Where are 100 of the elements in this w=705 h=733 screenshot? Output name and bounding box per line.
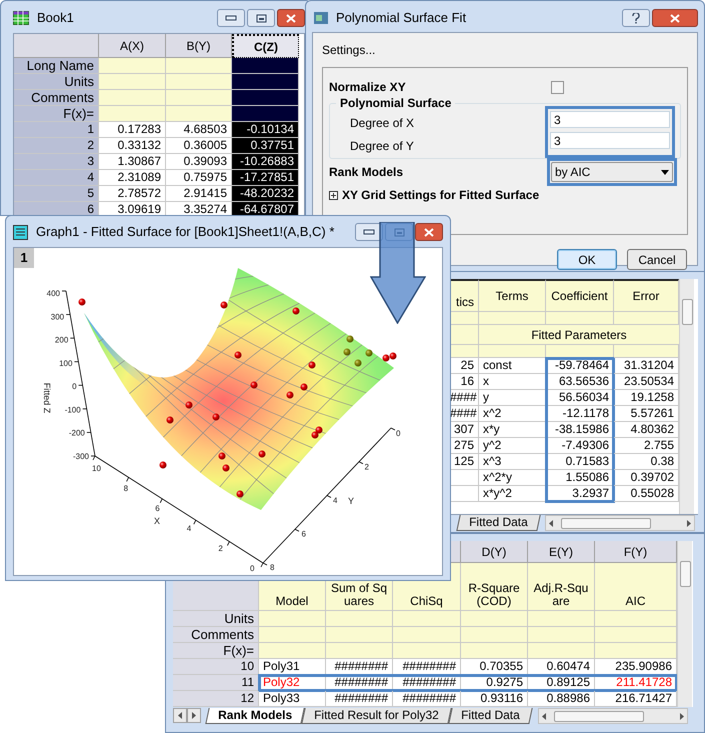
left-arrow-icon — [178, 712, 182, 719]
expand-icon[interactable] — [329, 190, 338, 200]
sheet-tab[interactable]: Fitted Result for Poly32 — [301, 708, 452, 724]
input-field[interactable]: 3 — [550, 111, 670, 128]
label-cell — [232, 58, 299, 74]
label-cell — [99, 90, 166, 106]
table-cell: -0.10134 — [232, 122, 299, 138]
label-cell — [99, 74, 166, 90]
scroll-left-button[interactable] — [173, 708, 187, 723]
table-cell: -64.67807 — [232, 202, 299, 215]
table-cell: 0.70355 — [461, 659, 528, 675]
table-cell: Poly32 — [259, 675, 326, 691]
data-point — [250, 382, 258, 388]
section-title: Fitted Parameters — [479, 325, 679, 345]
column-header[interactable]: C(Z) — [232, 34, 299, 58]
close-button[interactable] — [652, 9, 698, 27]
right-arrow-icon — [686, 520, 691, 526]
data-point — [292, 308, 300, 314]
vertical-scrollbar[interactable] — [679, 279, 694, 514]
column-label: AIC — [595, 563, 677, 611]
axis-tick-label: 0 — [396, 429, 400, 438]
row-header: 3 — [14, 154, 99, 170]
table-cell: 0.89125 — [528, 675, 595, 691]
row-header: F(x)= — [14, 106, 99, 122]
data-point — [236, 490, 244, 498]
table-cell: -10.26883 — [232, 154, 299, 170]
table-cell: 63.56536 — [546, 374, 614, 390]
dropdown[interactable]: by AIC — [551, 162, 673, 182]
data-point — [258, 450, 266, 458]
data-point — [78, 298, 86, 306]
label-cell — [232, 74, 299, 90]
minimize-button[interactable] — [217, 9, 245, 27]
close-icon — [286, 14, 296, 22]
column-header[interactable]: D(Y) — [461, 541, 528, 563]
checkbox[interactable] — [551, 80, 564, 94]
axis-tick-label: 8 — [270, 563, 274, 572]
table-cell: 0.33132 — [99, 138, 166, 154]
column-header[interactable]: A(X) — [99, 34, 166, 58]
axis-tick-label: -100 — [64, 405, 81, 414]
dialog-button[interactable]: Cancel — [627, 249, 687, 270]
axis-tick-label: 200 — [54, 336, 68, 345]
axis-tick-label: 300 — [50, 312, 64, 322]
table-cell: ######## — [326, 691, 393, 707]
row-header: 4 — [14, 170, 99, 186]
close-button[interactable] — [277, 9, 305, 27]
axis-tick-label: 4 — [333, 496, 338, 505]
column-label: Terms — [479, 279, 546, 312]
axis-tick-label: 6 — [302, 530, 306, 538]
sheet-tab[interactable]: Fitted Data — [456, 515, 540, 531]
table-cell: 0.37751 — [232, 138, 299, 154]
horizontal-scrollbar[interactable] — [538, 708, 688, 724]
horizontal-scrollbar[interactable] — [544, 515, 695, 531]
data-point — [186, 402, 192, 408]
field-label: Degree of Y — [350, 138, 415, 155]
row-header: 1 — [14, 122, 99, 138]
sheet-tab[interactable]: Fitted Data — [448, 708, 532, 724]
group-title: Polynomial Surface — [339, 95, 452, 112]
data-point — [166, 416, 174, 424]
data-point — [160, 462, 166, 468]
table-cell: x*y — [479, 422, 546, 438]
label-cell — [232, 90, 299, 106]
label-cell — [99, 58, 166, 74]
data-point — [308, 362, 316, 368]
table-cell: -7.49306 — [546, 438, 614, 454]
table-cell: ######## — [393, 675, 461, 691]
maximize-button[interactable] — [247, 9, 275, 27]
table-cell: 0.88986 — [528, 691, 595, 707]
sheet-tab[interactable]: Rank Models — [205, 708, 305, 724]
table-cell: x^2 — [479, 406, 546, 422]
row-header: F(x)= — [173, 643, 259, 659]
table-cell: 1.30867 — [99, 154, 166, 170]
worksheet-icon — [13, 11, 29, 25]
data-point — [234, 352, 242, 358]
axis-tick-label: -300 — [72, 452, 89, 461]
axis-tick-label: 8 — [124, 484, 128, 493]
layer-label[interactable]: 1 — [14, 248, 34, 268]
axis-tick-label: 10 — [92, 464, 101, 473]
input-field[interactable]: 3 — [550, 132, 670, 149]
vertical-scrollbar[interactable] — [677, 541, 692, 707]
label-cell — [166, 58, 232, 74]
table-cell: 0.9275 — [461, 675, 528, 691]
data-point — [218, 452, 226, 460]
help-button[interactable] — [622, 9, 650, 27]
dialog-button[interactable]: OK — [557, 249, 617, 270]
column-header[interactable]: B(Y) — [166, 34, 232, 58]
window-title: Polynomial Surface Fit — [336, 9, 466, 28]
window-title: Graph1 - Fitted Surface for [Book1]Sheet1!(A,B,C) * — [36, 223, 334, 242]
close-button[interactable] — [415, 223, 443, 241]
column-header[interactable]: F(Y) — [595, 541, 677, 563]
table-cell: -17.27851 — [232, 170, 299, 186]
scroll-right-button[interactable] — [187, 708, 201, 723]
table-cell: 2.31089 — [99, 170, 166, 186]
left-arrow-icon — [548, 520, 553, 526]
column-header[interactable]: E(Y) — [528, 541, 595, 563]
minimize-icon — [225, 15, 237, 21]
window-title: Book1 — [37, 9, 74, 28]
help-icon — [632, 12, 640, 24]
table-cell: -48.20232 — [232, 186, 299, 202]
restore-icon — [256, 14, 266, 22]
axis-tick-label: 4 — [186, 524, 192, 533]
